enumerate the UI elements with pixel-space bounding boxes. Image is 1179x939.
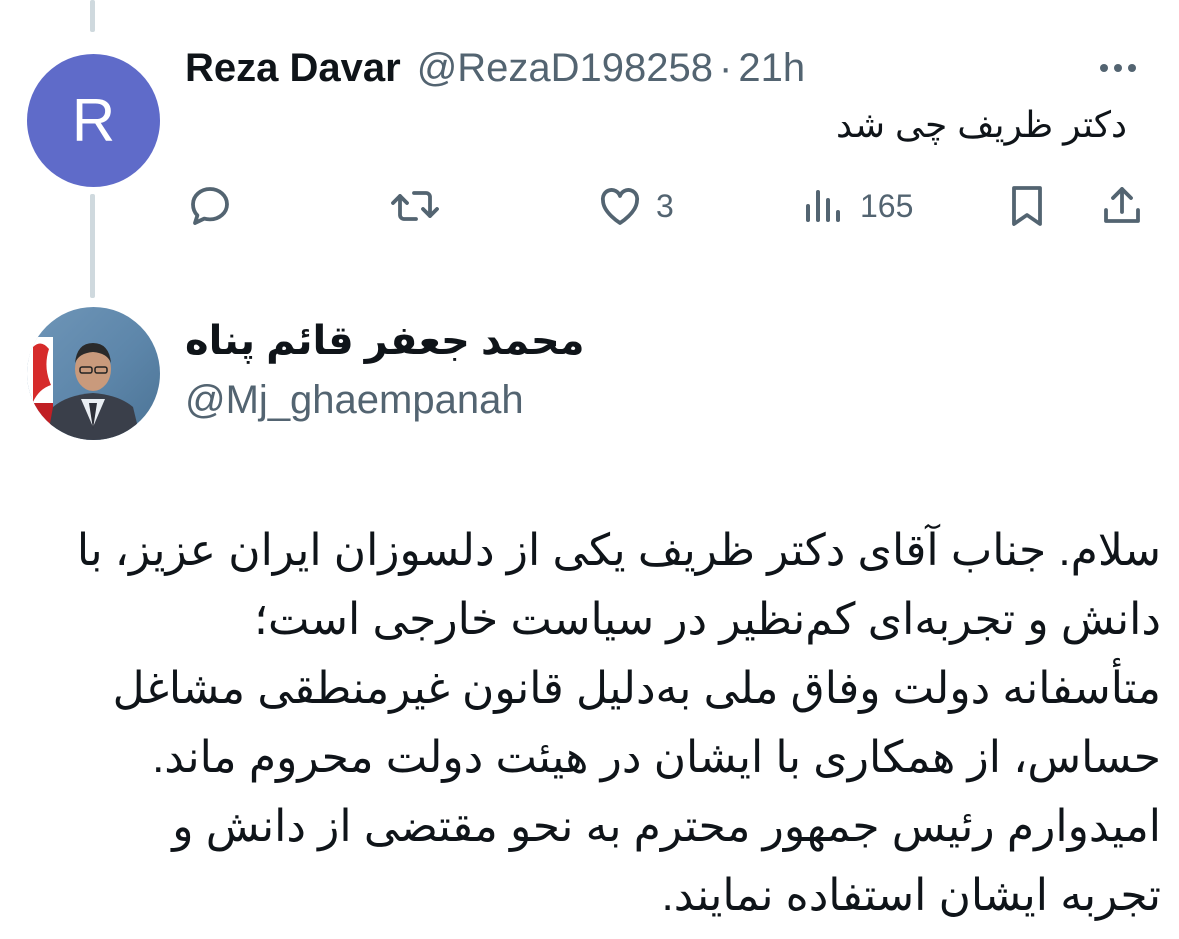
like-count: 3: [656, 187, 674, 224]
retweet-icon: [391, 191, 439, 221]
display-name[interactable]: Reza Davar: [185, 46, 401, 91]
reply-icon: [191, 187, 229, 225]
views-icon: [806, 190, 840, 222]
reply-button[interactable]: [186, 182, 234, 230]
text-line: سلام. جناب آقای دکتر ظریف یکی از دلسوزان…: [76, 526, 1161, 575]
views-count: 165: [860, 187, 914, 224]
views-button[interactable]: 165: [800, 182, 913, 230]
tweet-header: Reza Davar @RezaD198258 · 21h: [185, 44, 805, 92]
like-button[interactable]: 3: [596, 182, 674, 230]
avatar[interactable]: [27, 307, 160, 440]
text-line: متأسفانه دولت وفاق ملی به‌دلیل قانون غیر…: [112, 664, 1161, 713]
tweet-text: سلام. جناب آقای دکتر ظریف یکی از دلسوزان…: [31, 516, 1161, 930]
display-name[interactable]: محمد جعفر قائم پناه: [185, 318, 585, 364]
action-bar: 3 165: [0, 182, 1179, 232]
text-line: امیدوارم رئیس جمهور محترم به نحو مقتضی ا…: [172, 802, 1161, 851]
text-line: حساس، از همکاری با ایشان در هیئت دولت مح…: [152, 733, 1161, 782]
avatar[interactable]: R: [27, 54, 160, 187]
share-button[interactable]: [1098, 182, 1146, 230]
text-line: دانش و تجربه‌ای کم‌نظیر در سیاست خارجی ا…: [253, 595, 1161, 644]
user-handle[interactable]: @RezaD198258: [417, 46, 713, 91]
tweet-text: دکتر ظریف چی شد: [835, 104, 1127, 145]
bookmark-icon: [1012, 186, 1042, 226]
retweet-button[interactable]: [388, 182, 442, 230]
separator: ·: [719, 45, 733, 90]
bookmark-button[interactable]: [1004, 182, 1050, 230]
like-icon: [600, 188, 640, 225]
portrait-photo: [27, 337, 141, 440]
thread-line: [90, 0, 95, 32]
text-line: تجربه ایشان استفاده نمایند.: [661, 871, 1162, 920]
more-icon[interactable]: [1100, 58, 1148, 78]
share-icon: [1104, 187, 1140, 223]
avatar-letter: R: [71, 87, 116, 154]
timestamp[interactable]: 21h: [738, 46, 805, 91]
user-handle[interactable]: @Mj_ghaempanah: [185, 378, 524, 423]
